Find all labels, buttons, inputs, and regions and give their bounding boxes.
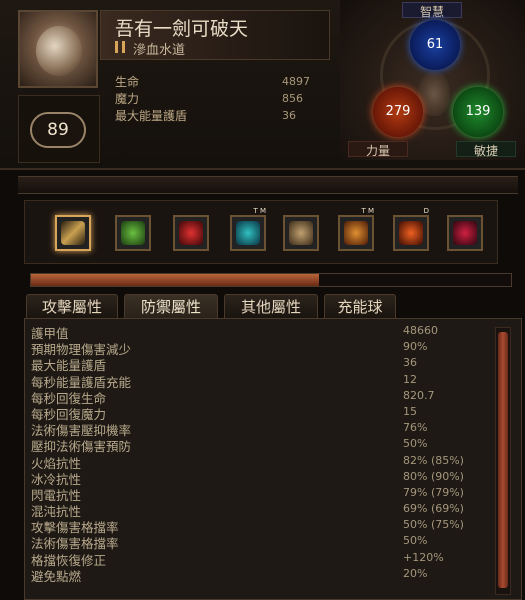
skill-badge: T M <box>253 207 266 215</box>
stat-value: 50% <box>403 534 428 548</box>
life-label: 生命 <box>115 75 140 89</box>
strength-label: 力量 <box>348 141 408 158</box>
poison-cloud-icon <box>121 221 145 245</box>
stat-value: 12 <box>403 372 417 386</box>
stat-row: 每秒回復魔力 15 <box>31 404 499 422</box>
stat-value: 36 <box>403 356 417 370</box>
defense-stats-panel: 護甲值 48660 預期物理傷害減少 90% 最大能量護盾 36 每秒能量護盾充能 12 每秒回… <box>24 318 522 600</box>
skill-badge: T M <box>361 207 374 215</box>
skill-slot-blood[interactable] <box>173 215 209 251</box>
stat-row: 每秒回復生命 820.7 <box>31 388 499 406</box>
ascendancy-icon <box>115 41 125 53</box>
stat-row: 法術傷害壓抑機率 76% <box>31 420 499 438</box>
stat-value: 48660 <box>403 324 438 337</box>
warrior-strike-icon <box>344 221 368 245</box>
class-name: 滲血水道 <box>133 43 186 58</box>
stat-list: 護甲值 48660 預期物理傷害減少 90% 最大能量護盾 36 每秒能量護盾充能 12 每秒回… <box>31 323 499 584</box>
mana-value: 856 <box>282 92 303 105</box>
mana-label: 魔力 <box>115 92 140 106</box>
aura-figure-icon <box>236 221 260 245</box>
stat-value: 820.7 <box>403 388 435 402</box>
stat-row: 閃電抗性 79% (79%) <box>31 485 499 503</box>
stat-value: 76% <box>403 421 428 435</box>
stat-value: 50% (75%) <box>403 518 464 532</box>
blood-vortex-icon <box>179 221 203 245</box>
skill-bar: T M T M D <box>24 200 498 264</box>
ornate-divider <box>18 176 518 194</box>
stat-value: 69% (69%) <box>403 502 464 516</box>
skill-slot-warrior[interactable]: T M <box>338 207 374 251</box>
tab-misc[interactable]: 其他屬性 <box>224 294 318 318</box>
stat-row: 避免點燃 20% <box>31 566 499 584</box>
experience-fill <box>31 274 319 286</box>
stat-row: 每秒能量護盾充能 12 <box>31 372 499 390</box>
tab-charges[interactable]: 充能球 <box>324 294 396 318</box>
skill-slot-fire[interactable]: D <box>393 207 429 251</box>
experience-bar <box>30 273 512 287</box>
dexterity-orb[interactable]: 139 <box>453 87 503 137</box>
stat-value: 80% (90%) <box>403 469 464 483</box>
stat-row: 最大能量護盾 36 <box>31 355 499 373</box>
character-name: 吾有一劍可破天 <box>115 18 249 40</box>
skill-slot-portal[interactable] <box>447 215 483 251</box>
skill-slot-aura[interactable]: T M <box>230 207 266 251</box>
stat-row: 預期物理傷害減少 90% <box>31 339 499 357</box>
stat-value: +120% <box>403 550 444 564</box>
stat-value: 15 <box>403 404 417 418</box>
character-header: 89 吾有一劍可破天 滲血水道 生命 4897 魔力 856 最大能量護盾 36… <box>0 0 525 170</box>
stat-row: 格擋恢復修正 +120% <box>31 550 499 568</box>
stat-row: 混沌抗性 69% (69%) <box>31 501 499 519</box>
fire-burst-icon <box>399 221 423 245</box>
character-level: 89 <box>30 112 86 148</box>
stat-row: 壓抑法術傷害預防 50% <box>31 436 499 454</box>
attribute-medallion: 智慧 61 279 139 力量 敏捷 <box>340 0 525 160</box>
strength-orb[interactable]: 279 <box>373 87 423 137</box>
stat-value: 82% (85%) <box>403 453 464 467</box>
intelligence-orb[interactable]: 61 <box>410 20 460 70</box>
sword-icon <box>61 221 85 245</box>
skill-slot-skull[interactable] <box>283 215 319 251</box>
stat-value: 20% <box>403 566 428 580</box>
tab-offense[interactable]: 攻擊屬性 <box>26 294 118 318</box>
stat-value: 79% (79%) <box>403 485 464 499</box>
skill-badge: D <box>423 207 429 215</box>
portrait-image <box>36 26 82 76</box>
stat-value: 50% <box>403 437 428 451</box>
stat-row: 冰冷抗性 80% (90%) <box>31 469 499 487</box>
name-banner: 吾有一劍可破天 滲血水道 <box>100 10 330 60</box>
energy-shield-label: 最大能量護盾 <box>115 109 188 123</box>
stat-row: 法術傷害格擋率 50% <box>31 533 499 551</box>
stat-row: 護甲值 48660 <box>31 323 499 341</box>
tab-defense[interactable]: 防禦屬性 <box>124 294 218 318</box>
red-portal-icon <box>453 221 477 245</box>
stat-label: 避免點燃 <box>31 568 82 584</box>
stat-value: 90% <box>403 340 428 354</box>
life-value: 4897 <box>282 75 310 88</box>
intelligence-label: 智慧 <box>402 2 462 19</box>
stat-row: 攻擊傷害格擋率 50% (75%) <box>31 517 499 535</box>
skill-slot-poison[interactable] <box>115 215 151 251</box>
energy-shield-value: 36 <box>282 109 296 122</box>
scroll-thumb[interactable] <box>498 332 508 588</box>
skill-slot-sword[interactable] <box>55 215 91 251</box>
stats-scrollbar[interactable] <box>495 327 511 595</box>
character-portrait <box>18 10 98 88</box>
stat-row: 火焰抗性 82% (85%) <box>31 453 499 471</box>
dexterity-label: 敏捷 <box>456 141 516 158</box>
skull-shield-icon <box>289 221 313 245</box>
